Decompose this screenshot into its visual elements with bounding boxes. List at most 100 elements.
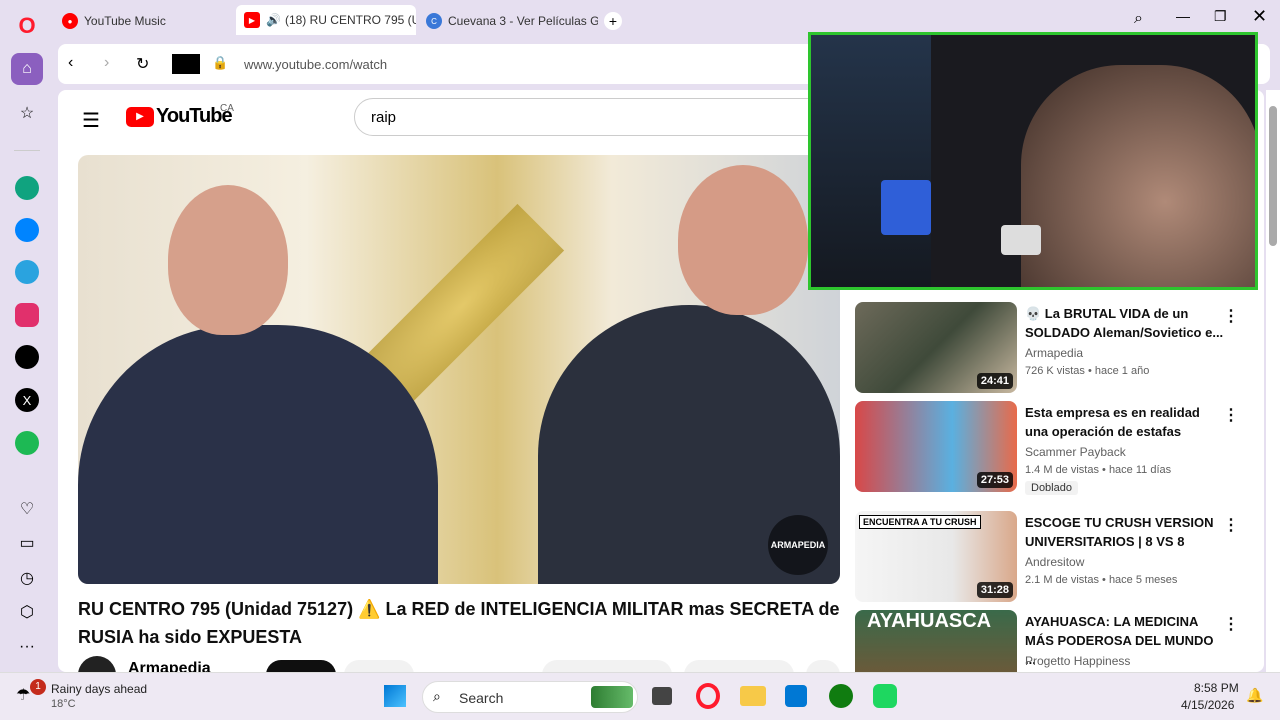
opera-logo-icon[interactable]: O (11, 10, 43, 42)
taskbar: ☂ 1 Rainy days ahead 18°C ⌕ Search 8:58 … (0, 672, 1280, 720)
clock-time[interactable]: 8:58 PM (1194, 681, 1239, 695)
search-input[interactable]: raip (371, 109, 396, 126)
clock-date[interactable]: 4/15/2026 (1181, 698, 1234, 712)
person-left-face (168, 185, 288, 335)
thumbnail-text: ENCUENTRA A TU CRUSH (859, 515, 981, 529)
redacted-box (172, 54, 200, 74)
x-icon[interactable]: X (15, 388, 39, 412)
more-icon[interactable]: ··· (11, 631, 43, 663)
weather-temp: 18°C (51, 698, 76, 710)
scrollbar-thumb[interactable] (1269, 106, 1277, 246)
webcam-overlay[interactable] (808, 32, 1258, 290)
windows-start-icon[interactable] (384, 685, 406, 707)
restore-button[interactable]: ❐ (1214, 8, 1227, 25)
search-highlight-icon (591, 686, 633, 708)
video-thumbnail[interactable]: 24:41 (855, 302, 1017, 393)
search-tabs-icon[interactable]: ⌕ (1134, 10, 1143, 28)
cuevana-icon: C (426, 13, 442, 29)
home-icon[interactable]: ⌂ (11, 53, 43, 85)
webcam-person (1021, 65, 1255, 287)
xbox-icon[interactable] (829, 684, 853, 708)
rec-channel[interactable]: Andresitow (1025, 555, 1084, 569)
webcam-cup (881, 180, 931, 235)
webcam-phone (1001, 225, 1041, 255)
reload-icon[interactable]: ↻ (136, 54, 149, 74)
youtube-logo-icon[interactable]: ▶ (126, 107, 154, 127)
url-text[interactable]: www.youtube.com/watch (244, 57, 387, 72)
like-dislike-button[interactable] (542, 660, 672, 672)
video-thumbnail[interactable]: AYAHUASCA (855, 610, 1017, 672)
extensions-icon[interactable]: ⬡ (11, 596, 43, 628)
kebab-icon[interactable]: ⋮ (1223, 306, 1239, 326)
weather-icon[interactable]: ☂ (16, 685, 30, 705)
channel-avatar[interactable] (78, 656, 116, 672)
tabs-icon[interactable]: ▭ (11, 527, 43, 559)
tab-youtube-video[interactable]: ▶ 🔊 (18) RU CENTRO 795 (Un (236, 5, 416, 35)
lock-icon: 🔒 (212, 55, 229, 70)
kebab-icon[interactable]: ⋮ (1223, 405, 1239, 425)
rec-channel[interactable]: Progetto Happiness (1025, 654, 1130, 668)
video-player[interactable]: ARMAPEDIA (78, 155, 840, 584)
youtube-icon: ▶ (244, 12, 260, 28)
duration-badge: 24:41 (976, 373, 1013, 389)
close-button[interactable]: ✕ (1252, 6, 1267, 27)
dubbed-badge: Doblado (1025, 481, 1078, 495)
rec-meta: 726 K vistas • hace 1 año (1025, 365, 1150, 377)
more-actions-button[interactable] (806, 660, 840, 672)
search-icon: ⌕ (433, 688, 441, 704)
forward-icon[interactable]: › (104, 54, 109, 72)
file-explorer-icon[interactable] (740, 686, 766, 706)
list-item[interactable]: 27:53 Esta empresa es en realidad una op… (855, 401, 1255, 495)
menu-icon[interactable]: ☰ (82, 108, 100, 133)
tab-label: Cuevana 3 - Ver Películas Gra (448, 14, 598, 28)
tab-label: YouTube Music (84, 14, 166, 28)
tab-youtube-music[interactable]: ● YouTube Music (54, 7, 234, 35)
video-thumbnail[interactable]: ENCUENTRA A TU CRUSH 31:28 (855, 511, 1017, 602)
instagram-icon[interactable] (15, 303, 39, 327)
video-title: RU CENTRO 795 (Unidad 75127) ⚠️ La RED d… (78, 599, 840, 647)
chatgpt-icon[interactable] (15, 176, 39, 200)
list-item[interactable]: ENCUENTRA A TU CRUSH 31:28 ESCOGE TU CRU… (855, 511, 1255, 603)
taskbar-search[interactable]: ⌕ Search (422, 681, 638, 713)
person-right-face (678, 165, 808, 315)
weather-title[interactable]: Rainy days ahead (51, 682, 147, 696)
rec-title[interactable]: 💀 La BRUTAL VIDA de un SOLDADO Aleman/So… (1025, 304, 1225, 342)
star-icon[interactable]: ☆ (11, 97, 43, 129)
minimize-button[interactable]: — (1176, 8, 1190, 24)
speaker-icon[interactable]: 🔊 (266, 13, 281, 27)
weather-badge: 1 (30, 679, 46, 695)
tab-label: (18) RU CENTRO 795 (Un (284, 13, 416, 27)
webcam-background (811, 35, 931, 287)
rec-meta: 1.4 M de vistas • hace 11 días (1025, 464, 1172, 476)
store-icon[interactable] (785, 685, 807, 707)
opera-taskbar-icon[interactable] (696, 683, 720, 709)
search-box[interactable]: raip (354, 98, 854, 136)
tiktok-icon[interactable] (15, 345, 39, 369)
kebab-icon[interactable]: ⋮ (1223, 515, 1239, 535)
join-button[interactable] (344, 660, 414, 672)
task-view-icon[interactable] (652, 687, 672, 705)
tab-cuevana[interactable]: C Cuevana 3 - Ver Películas Gra (418, 7, 598, 35)
page-scrollbar[interactable] (1266, 90, 1280, 672)
share-button[interactable] (684, 660, 794, 672)
duration-badge: 31:28 (976, 582, 1013, 598)
rec-channel[interactable]: Armapedia (1025, 346, 1083, 360)
heart-icon[interactable]: ♡ (11, 493, 43, 525)
kebab-icon[interactable]: ⋮ (1223, 614, 1239, 634)
rec-channel[interactable]: Scammer Payback (1025, 445, 1126, 459)
channel-name[interactable]: Armapedia (128, 660, 211, 672)
back-icon[interactable]: ‹ (68, 54, 73, 72)
messenger-icon[interactable] (15, 218, 39, 242)
new-tab-button[interactable]: + (604, 12, 622, 30)
list-item[interactable]: 24:41 💀 La BRUTAL VIDA de un SOLDADO Ale… (855, 302, 1255, 394)
app-icon[interactable] (873, 684, 897, 708)
subscribe-button[interactable] (266, 660, 336, 672)
list-item[interactable]: AYAHUASCA AYAHUASCA: LA MEDICINA MÁS POD… (855, 610, 1255, 672)
video-thumbnail[interactable]: 27:53 (855, 401, 1017, 492)
telegram-icon[interactable] (15, 260, 39, 284)
notification-icon[interactable]: 🔔 (1246, 687, 1263, 704)
rec-title[interactable]: ESCOGE TU CRUSH VERSION UNIVERSITARIOS |… (1025, 513, 1225, 551)
rec-title[interactable]: Esta empresa es en realidad una operació… (1025, 403, 1225, 441)
spotify-icon[interactable] (15, 431, 39, 455)
history-icon[interactable]: ◷ (11, 562, 43, 594)
